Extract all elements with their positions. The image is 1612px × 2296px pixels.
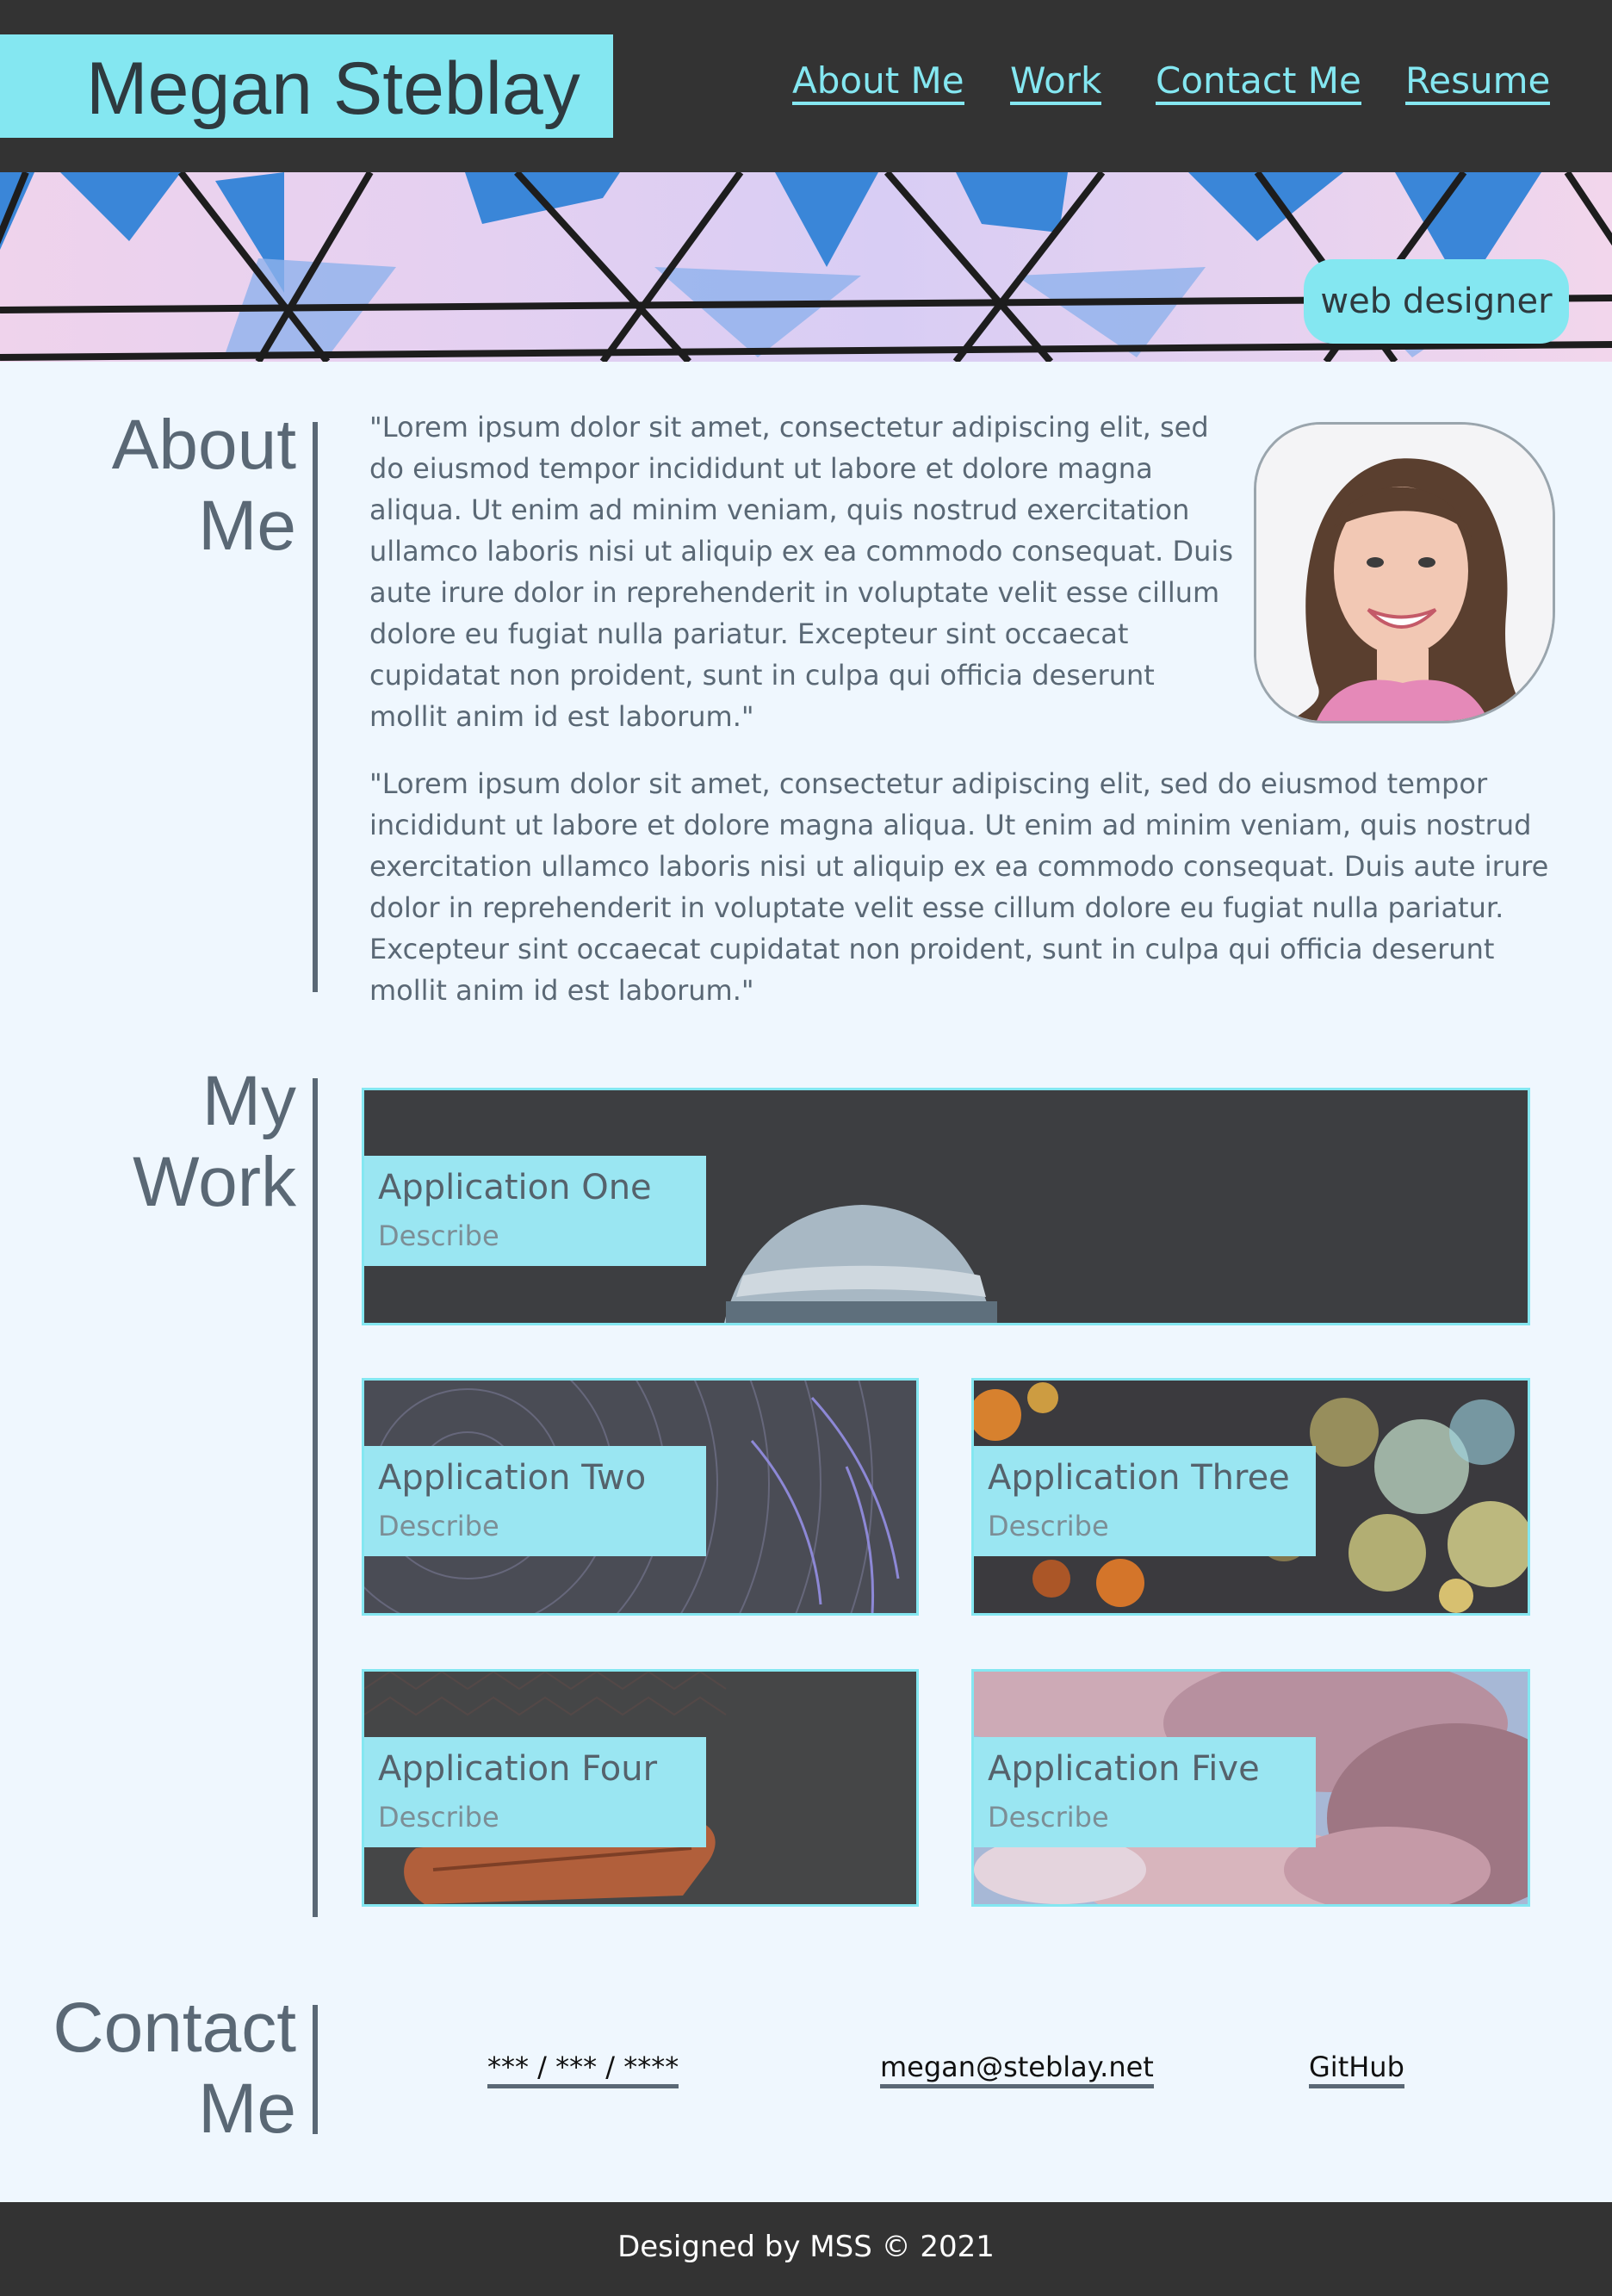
site-footer: Designed by MSS © 2021 (0, 2202, 1612, 2296)
tile-title[interactable]: Application One (378, 1168, 652, 1207)
contact-divider (313, 2005, 318, 2134)
tile-title[interactable]: Application Two (378, 1458, 646, 1498)
tile-description: Describe (378, 1219, 499, 1252)
tile-label: Application Five Describe (974, 1737, 1316, 1847)
contact-heading: Contact Me (34, 1988, 296, 2150)
tile-description: Describe (988, 1510, 1109, 1542)
role-badge: web designer (1304, 259, 1569, 344)
footer-credit: Designed by MSS © 2021 (617, 2230, 995, 2264)
contact-heading-line2: Me (198, 2070, 296, 2148)
about-heading-line2: Me (198, 487, 296, 565)
work-heading-line1: My (202, 1062, 296, 1140)
nav-link-resume[interactable]: Resume (1405, 60, 1551, 105)
brand-block[interactable]: Megan Steblay (0, 34, 613, 138)
email-link[interactable]: megan@steblay.net (880, 2050, 1154, 2088)
about-heading: About Me (86, 405, 296, 567)
about-paragraph-2: "Lorem ipsum dolor sit amet, consectetur… (369, 767, 1549, 1007)
tile-label: Application Four Describe (364, 1737, 706, 1847)
contact-heading-line1: Contact (53, 1989, 296, 2067)
about-paragraph-1: "Lorem ipsum dolor sit amet, consectetur… (369, 411, 1233, 733)
github-link[interactable]: GitHub (1309, 2050, 1404, 2088)
work-tile-application-two[interactable]: Application Two Describe (362, 1378, 919, 1616)
work-heading: My Work (86, 1061, 296, 1223)
tile-title[interactable]: Application Five (988, 1749, 1260, 1789)
nav-link-contact-me[interactable]: Contact Me (1156, 60, 1361, 105)
tile-title[interactable]: Application Four (378, 1749, 657, 1789)
work-tile-application-five[interactable]: Application Five Describe (971, 1669, 1530, 1907)
tile-title[interactable]: Application Three (988, 1458, 1290, 1498)
work-divider (313, 1078, 318, 1917)
phone-link[interactable]: *** / *** / **** (487, 2050, 679, 2088)
work-tile-application-four[interactable]: Application Four Describe (362, 1669, 919, 1907)
work-tile-application-three[interactable]: Application Three Describe (971, 1378, 1530, 1616)
profile-photo (1254, 422, 1555, 723)
brand-name[interactable]: Megan Steblay (86, 47, 580, 132)
nav-link-work[interactable]: Work (1010, 60, 1102, 105)
tile-description: Describe (988, 1801, 1109, 1834)
tile-description: Describe (378, 1510, 499, 1542)
nav-link-about-me[interactable]: About Me (792, 60, 964, 105)
tile-description: Describe (378, 1801, 499, 1834)
work-heading-line2: Work (133, 1143, 296, 1221)
tile-label: Application Two Describe (364, 1446, 706, 1556)
about-divider (313, 422, 318, 992)
tile-label: Application Three Describe (974, 1446, 1316, 1556)
tile-label: Application One Describe (364, 1156, 706, 1266)
about-heading-line1: About (111, 406, 296, 484)
work-tile-application-one[interactable]: Application One Describe (362, 1088, 1530, 1325)
